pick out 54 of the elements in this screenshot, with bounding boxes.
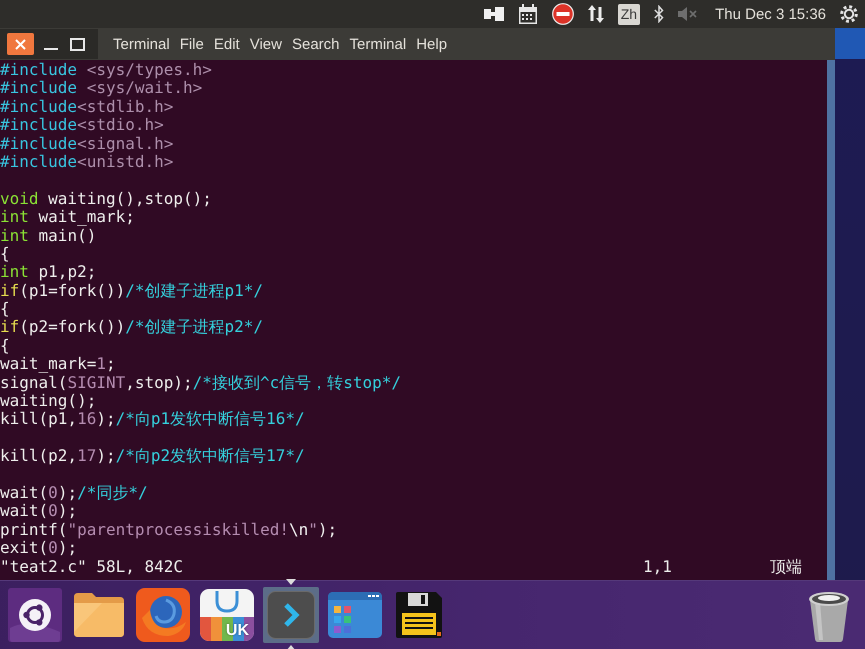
calendar-icon[interactable] (518, 4, 538, 24)
code-line: #include<unistd.h> (0, 152, 174, 172)
code-line: int wait_mark; (0, 208, 135, 227)
code-line: waiting(); (0, 392, 98, 410)
close-icon (15, 38, 26, 50)
terminal-icon (267, 591, 315, 639)
launcher-button[interactable] (7, 587, 63, 643)
menu-item[interactable]: File (174, 32, 209, 56)
code-line: #include <sys/types.h> (0, 61, 213, 80)
code-line: wait_mark=1; (0, 355, 117, 374)
code-line: #include<signal.h> (0, 134, 174, 153)
code-line: int main() (0, 226, 96, 245)
code-line: #include<stdio.h> (0, 116, 165, 135)
code-line: printf("parentprocessiskilled!\n"); (0, 520, 338, 540)
maximize-icon (70, 38, 84, 50)
gear-icon[interactable] (840, 5, 858, 23)
menu-item[interactable]: Terminal (108, 32, 175, 56)
shopping-bag-icon (200, 589, 254, 641)
code-line: wait(0);/*同步*/ (0, 484, 149, 502)
ring-logo-icon (8, 588, 62, 642)
keyboard-layout-indicator[interactable]: Zh (618, 4, 640, 24)
code-line: if(p1=fork())/*创建子进程p1*/ (0, 282, 264, 300)
code-line: void waiting(),stop(); (0, 190, 213, 208)
menu-item[interactable]: Help (411, 32, 452, 56)
code-line: exit(0); (0, 539, 78, 558)
muted-speaker-icon[interactable] (678, 7, 698, 21)
menu-item[interactable]: Terminal (344, 32, 412, 56)
code-line: if(p2=fork())/*创建子进程p2*/ (0, 318, 264, 337)
clock[interactable]: Thu Dec 3 15:36 (715, 6, 826, 22)
menu-item[interactable]: View (244, 32, 287, 56)
bluetooth-icon[interactable] (654, 5, 664, 23)
code-line: int p1,p2; (0, 263, 98, 282)
plug-icon[interactable] (484, 7, 504, 21)
code-line: { (0, 244, 11, 264)
cursor-position: 1,1 (643, 558, 673, 576)
code-line: wait(0); (0, 502, 78, 521)
scrollbar[interactable] (827, 60, 835, 580)
menu-item[interactable]: Edit (208, 32, 245, 56)
code-line: #include<stdlib.h> (0, 98, 174, 116)
app-grid-icon (328, 592, 382, 638)
code-line: kill(p1,16);/*向p1发软中断信号16*/ (0, 410, 306, 429)
menu-item[interactable]: Search (286, 32, 344, 56)
minimize-icon (44, 48, 58, 50)
folder-icon (72, 592, 126, 638)
code-line: #include <sys/wait.h> (0, 79, 202, 98)
globe-icon (136, 588, 190, 642)
code-line: { (0, 300, 11, 318)
code-line: { (0, 336, 11, 356)
file-info: "teat2.c" 58L, 842C (0, 558, 184, 576)
scroll-position: 顶端 (770, 558, 803, 576)
code-line: signal(SIGINT,stop);/*接收到^c信号，转stop*/ (0, 374, 402, 392)
transfer-arrows-icon[interactable] (588, 5, 604, 23)
code-line: kill(p2,17);/*向p2发软中断信号17*/ (0, 447, 306, 466)
no-entry-icon[interactable] (552, 3, 574, 25)
